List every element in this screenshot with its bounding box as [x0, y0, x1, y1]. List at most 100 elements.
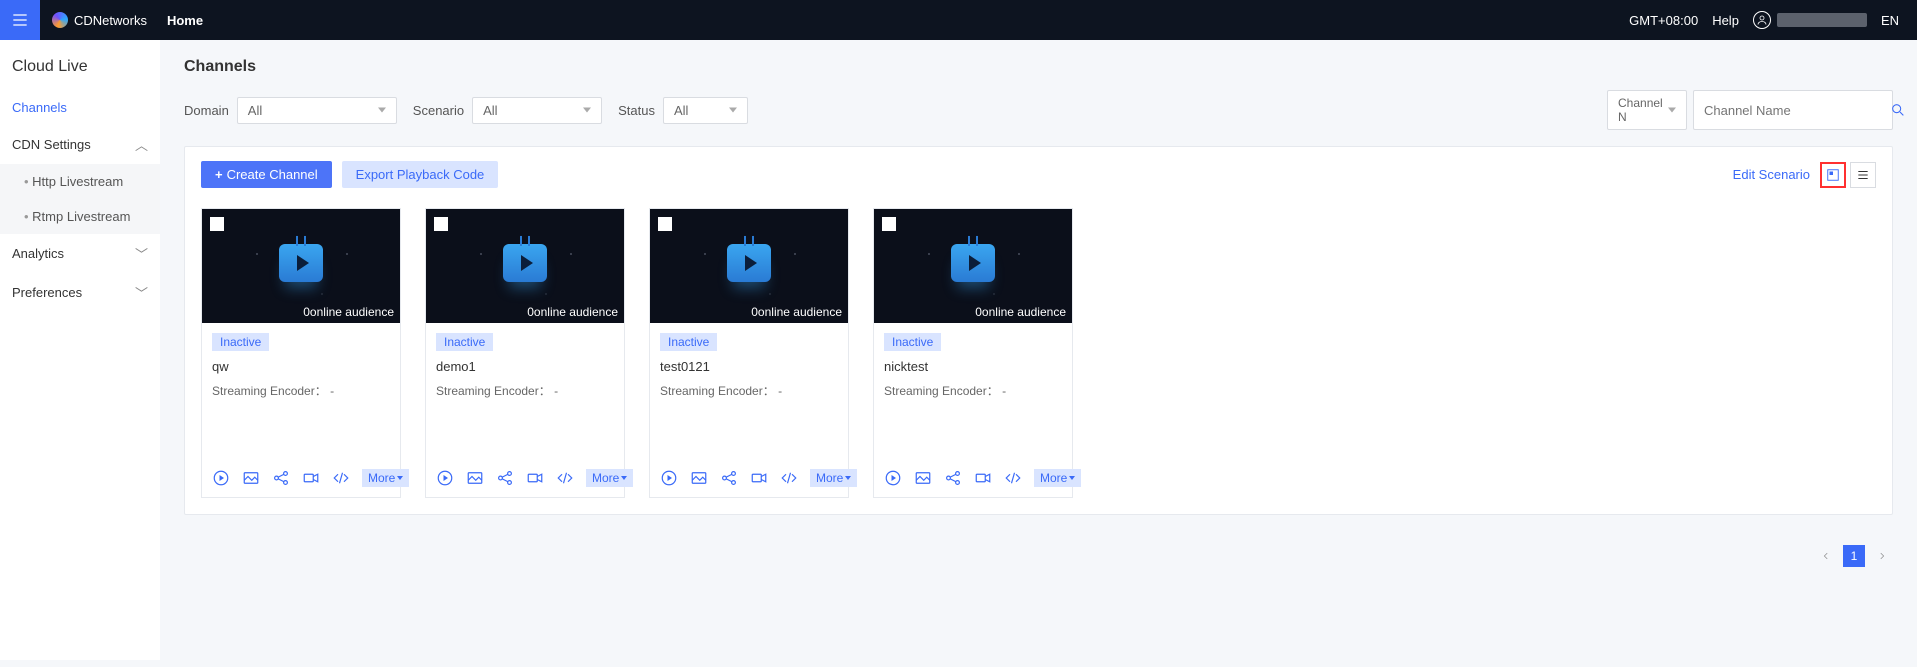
pagination: 1 — [160, 535, 1917, 587]
play-circle-icon — [884, 469, 902, 487]
channel-thumbnail[interactable]: 0online audience — [650, 209, 848, 323]
chevron-up-icon: ︿ — [135, 135, 148, 154]
sidebar-item-http-livestream[interactable]: Http Livestream — [0, 164, 160, 199]
sidebar-item-cdn-settings[interactable]: CDN Settings ︿ — [0, 125, 160, 164]
card-actions: More — [202, 461, 400, 497]
status-filter-select[interactable]: All — [663, 97, 748, 124]
grid-view-button[interactable] — [1820, 162, 1846, 188]
channel-card: 0online audience Inactive qw Streaming E… — [201, 208, 401, 498]
play-icon — [727, 244, 771, 282]
list-view-button[interactable] — [1850, 162, 1876, 188]
timezone-label: GMT+08:00 — [1629, 13, 1698, 28]
scenario-filter-select[interactable]: All — [472, 97, 602, 124]
view-toggle — [1820, 162, 1876, 188]
search-button[interactable] — [1890, 102, 1906, 118]
video-icon — [750, 469, 768, 487]
record-action-button[interactable] — [526, 469, 544, 487]
status-filter-value: All — [674, 103, 688, 118]
sidebar-title: Cloud Live — [0, 40, 160, 90]
domain-filter-select[interactable]: All — [237, 97, 397, 124]
chevron-right-icon — [1877, 551, 1887, 561]
snapshot-action-button[interactable] — [914, 469, 932, 487]
scenario-filter-label: Scenario — [413, 103, 464, 118]
sidebar-item-analytics[interactable]: Analytics ﹀ — [0, 234, 160, 273]
snapshot-action-button[interactable] — [690, 469, 708, 487]
more-actions-button[interactable]: More — [362, 469, 409, 487]
viewers-label: 0online audience — [527, 305, 618, 319]
domain-filter-label: Domain — [184, 103, 229, 118]
share-action-button[interactable] — [496, 469, 514, 487]
play-action-button[interactable] — [212, 469, 230, 487]
sidebar: Cloud Live Channels CDN Settings ︿ Http … — [0, 40, 160, 660]
embed-action-button[interactable] — [556, 469, 574, 487]
user-chip[interactable] — [1753, 11, 1867, 29]
home-tab[interactable]: Home — [167, 13, 203, 28]
domain-filter-value: All — [248, 103, 262, 118]
play-icon — [951, 244, 995, 282]
sidebar-item-label: Rtmp Livestream — [32, 209, 130, 224]
sidebar-item-rtmp-livestream[interactable]: Rtmp Livestream — [0, 199, 160, 234]
more-actions-button[interactable]: More — [586, 469, 633, 487]
play-action-button[interactable] — [884, 469, 902, 487]
channel-name: nicktest — [884, 359, 1062, 374]
channel-thumbnail[interactable]: 0online audience — [202, 209, 400, 323]
prev-page-button[interactable] — [1815, 545, 1837, 567]
search-input[interactable] — [1694, 98, 1890, 123]
more-actions-button[interactable]: More — [1034, 469, 1081, 487]
next-page-button[interactable] — [1871, 545, 1893, 567]
record-action-button[interactable] — [302, 469, 320, 487]
status-badge: Inactive — [884, 333, 941, 351]
more-actions-button[interactable]: More — [810, 469, 857, 487]
select-checkbox[interactable] — [882, 217, 896, 231]
help-link[interactable]: Help — [1712, 13, 1739, 28]
play-circle-icon — [212, 469, 230, 487]
hamburger-button[interactable] — [0, 0, 40, 40]
encoder-value: - — [778, 384, 782, 398]
share-action-button[interactable] — [944, 469, 962, 487]
card-actions: More — [874, 461, 1072, 497]
language-label[interactable]: EN — [1881, 13, 1899, 28]
record-action-button[interactable] — [750, 469, 768, 487]
share-action-button[interactable] — [720, 469, 738, 487]
export-playback-button[interactable]: Export Playback Code — [342, 161, 499, 188]
record-action-button[interactable] — [974, 469, 992, 487]
select-checkbox[interactable] — [434, 217, 448, 231]
embed-action-button[interactable] — [332, 469, 350, 487]
more-label: More — [1040, 471, 1067, 485]
image-icon — [466, 469, 484, 487]
brand-logo[interactable]: CDNetworks — [52, 12, 147, 28]
video-icon — [974, 469, 992, 487]
search-type-value: Channel N — [1618, 96, 1663, 124]
chevron-down-icon: ﹀ — [135, 283, 148, 302]
encoder-row: Streaming Encoder： - — [884, 382, 1062, 399]
snapshot-action-button[interactable] — [466, 469, 484, 487]
panel-toolbar: + Create Channel Export Playback Code Ed… — [185, 147, 1892, 202]
create-channel-label: Create Channel — [227, 167, 318, 182]
play-action-button[interactable] — [660, 469, 678, 487]
channel-name: qw — [212, 359, 390, 374]
channel-thumbnail[interactable]: 0online audience — [426, 209, 624, 323]
sidebar-item-channels[interactable]: Channels — [0, 90, 160, 125]
play-action-button[interactable] — [436, 469, 454, 487]
status-badge: Inactive — [436, 333, 493, 351]
share-action-button[interactable] — [272, 469, 290, 487]
embed-action-button[interactable] — [1004, 469, 1022, 487]
snapshot-action-button[interactable] — [242, 469, 260, 487]
select-checkbox[interactable] — [658, 217, 672, 231]
select-checkbox[interactable] — [210, 217, 224, 231]
channel-name: demo1 — [436, 359, 614, 374]
code-icon — [1004, 469, 1022, 487]
share-icon — [720, 469, 738, 487]
page-number-current[interactable]: 1 — [1843, 545, 1865, 567]
scenario-filter-value: All — [483, 103, 497, 118]
sidebar-item-label: Analytics — [12, 246, 64, 261]
encoder-value: - — [330, 384, 334, 398]
channel-thumbnail[interactable]: 0online audience — [874, 209, 1072, 323]
create-channel-button[interactable]: + Create Channel — [201, 161, 332, 188]
encoder-row: Streaming Encoder： - — [660, 382, 838, 399]
embed-action-button[interactable] — [780, 469, 798, 487]
image-icon — [690, 469, 708, 487]
sidebar-item-preferences[interactable]: Preferences ﹀ — [0, 273, 160, 312]
edit-scenario-link[interactable]: Edit Scenario — [1733, 167, 1810, 182]
search-type-select[interactable]: Channel N — [1607, 90, 1687, 130]
